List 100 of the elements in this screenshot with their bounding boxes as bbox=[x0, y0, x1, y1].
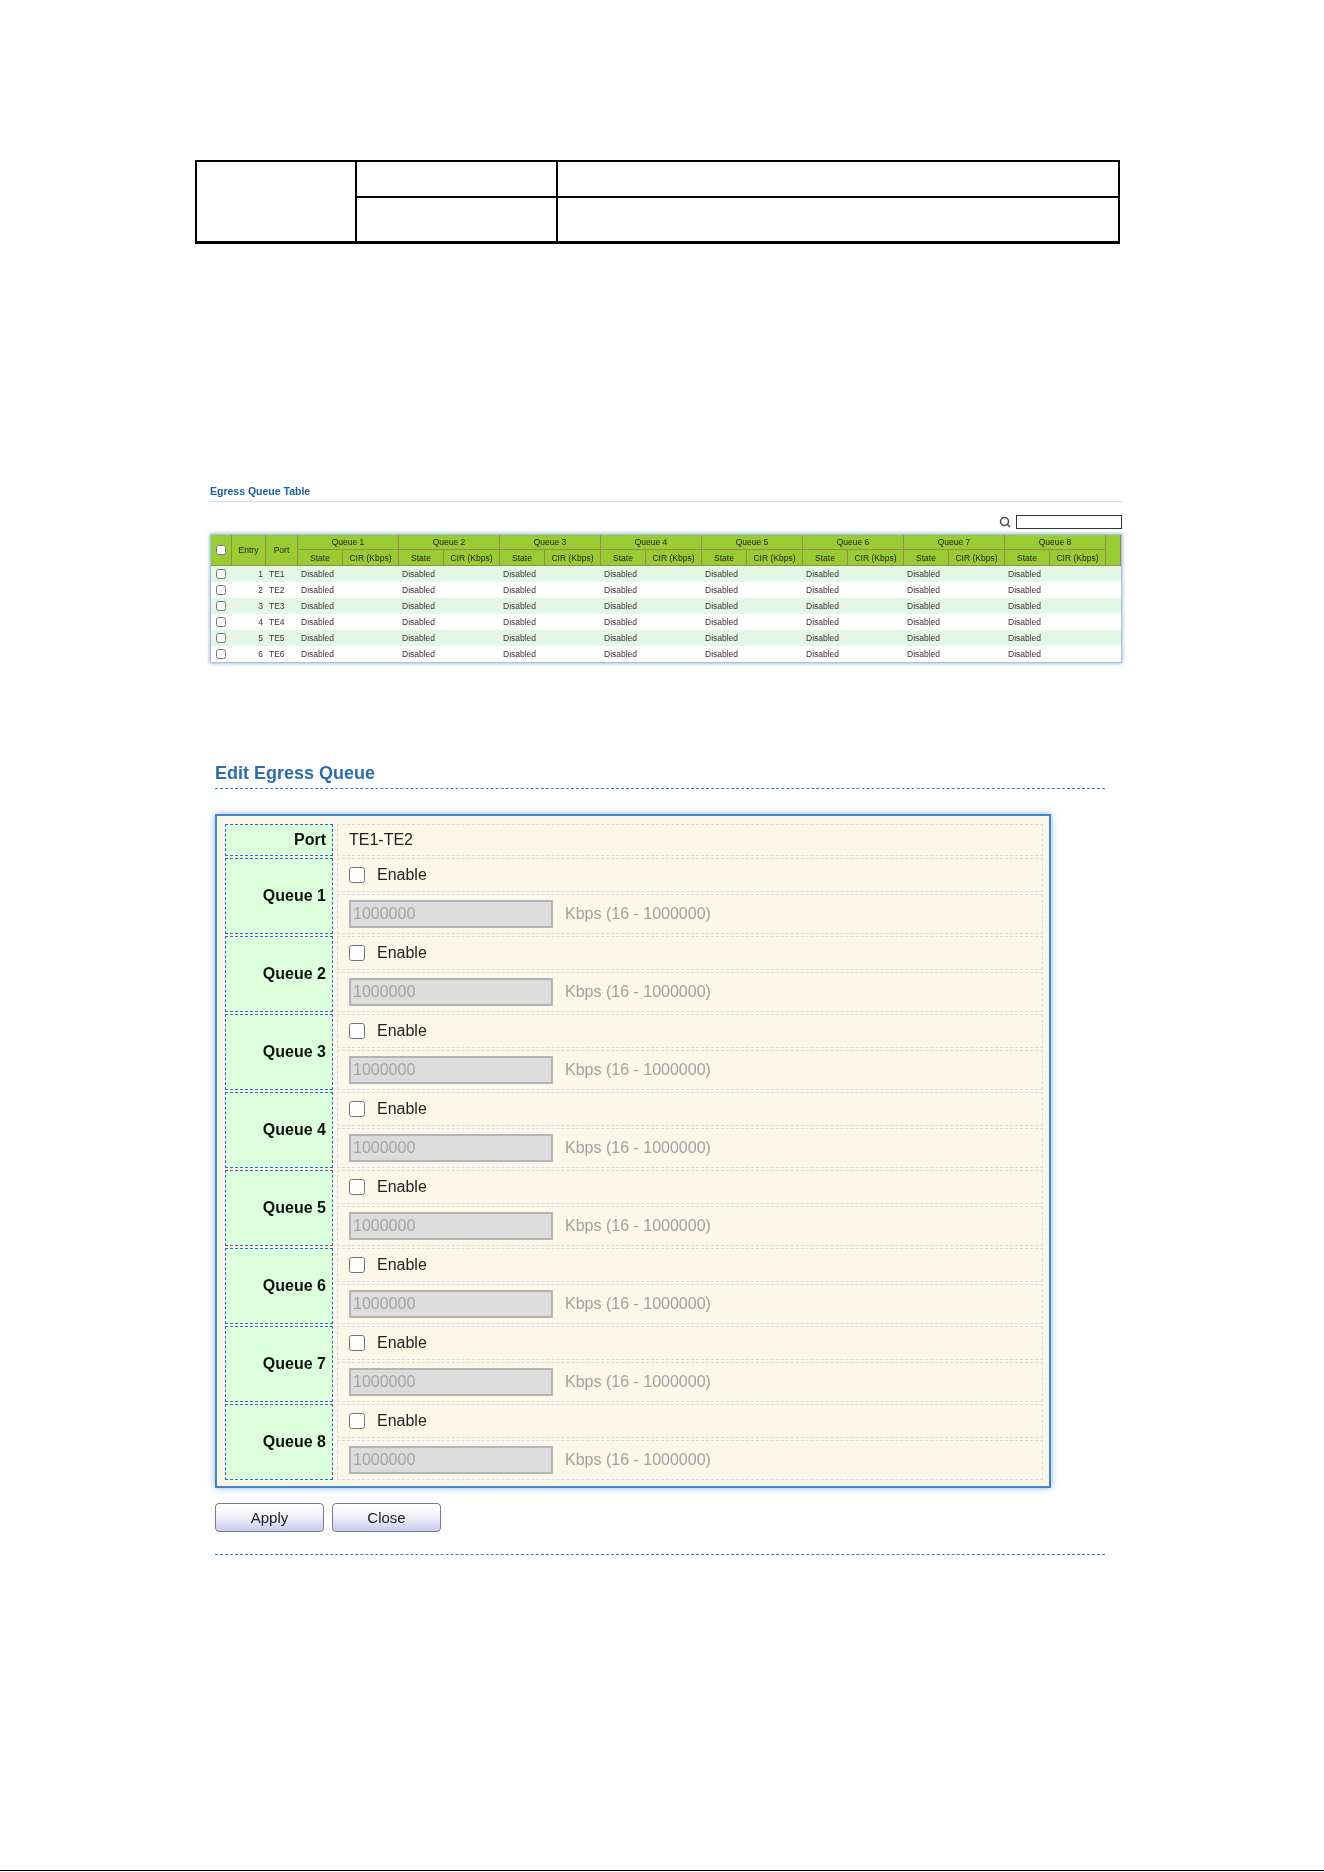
port-value: TE1-TE2 bbox=[337, 824, 1043, 856]
column-header: Queue 4 bbox=[601, 535, 702, 550]
table-cell-text: Disabled bbox=[300, 648, 336, 661]
checkbox-label: Enable bbox=[377, 1334, 427, 1352]
table-cell-text: Disabled bbox=[502, 600, 538, 613]
checkbox-label: Enable bbox=[377, 1022, 427, 1040]
table-cell-text: Disabled bbox=[704, 584, 740, 597]
table-cell-text: Disabled bbox=[906, 632, 942, 645]
table-cell-text: Disabled bbox=[704, 616, 740, 629]
table-cell-text: Disabled bbox=[906, 648, 942, 661]
range-hint: Kbps (16 - 1000000) bbox=[565, 1061, 711, 1079]
enable-checkbox[interactable] bbox=[349, 1179, 365, 1195]
search-field[interactable] bbox=[1016, 515, 1122, 529]
table-cell-text: Disabled bbox=[805, 632, 841, 645]
table-cell-text: Disabled bbox=[704, 648, 740, 661]
enable-checkbox[interactable] bbox=[349, 1023, 365, 1039]
table-cell-text: Disabled bbox=[300, 600, 336, 613]
table-cell-text: Disabled bbox=[704, 600, 740, 613]
range-hint: Kbps (16 - 1000000) bbox=[565, 1217, 711, 1235]
column-header: Queue 5 bbox=[702, 535, 803, 550]
column-header: Queue 3 bbox=[500, 535, 601, 550]
field-label: Queue 1 bbox=[225, 858, 333, 934]
table-cell-text: Disabled bbox=[704, 568, 740, 581]
range-hint: Kbps (16 - 1000000) bbox=[565, 983, 711, 1001]
column-header: Queue 8 bbox=[1005, 535, 1106, 550]
table-cell-text: 5 bbox=[257, 632, 264, 645]
field-label: Queue 2 bbox=[225, 936, 333, 1012]
field-label: Queue 4 bbox=[225, 1092, 333, 1168]
table-cell-text: 1 bbox=[257, 568, 264, 581]
range-hint: Kbps (16 - 1000000) bbox=[565, 1373, 711, 1391]
apply-button[interactable]: Apply bbox=[215, 1503, 324, 1532]
table-cell-text: Disabled bbox=[906, 584, 942, 597]
table-cell-text: 4 bbox=[257, 616, 264, 629]
range-hint: Kbps (16 - 1000000) bbox=[565, 1451, 711, 1469]
table-cell-text: Disabled bbox=[300, 632, 336, 645]
field-label: Queue 7 bbox=[225, 1326, 333, 1402]
table-cell-text: Disabled bbox=[401, 648, 437, 661]
table-cell-text: Disabled bbox=[1007, 632, 1043, 645]
table-cell-text: Disabled bbox=[1007, 568, 1043, 581]
table-cell-text: Disabled bbox=[1007, 584, 1043, 597]
row-checkbox[interactable] bbox=[216, 569, 226, 579]
checkbox-label: Enable bbox=[377, 1256, 427, 1274]
row-checkbox[interactable] bbox=[216, 649, 226, 659]
table-cell-text: 3 bbox=[257, 600, 264, 613]
table-cell-text: Disabled bbox=[805, 616, 841, 629]
enable-checkbox[interactable] bbox=[349, 1101, 365, 1117]
range-hint: Kbps (16 - 1000000) bbox=[565, 1139, 711, 1157]
checkbox-label: Enable bbox=[377, 1100, 427, 1118]
table-cell-text: TE6 bbox=[268, 648, 286, 661]
enable-checkbox[interactable] bbox=[349, 867, 365, 883]
enable-checkbox[interactable] bbox=[349, 945, 365, 961]
search-icon[interactable] bbox=[999, 516, 1011, 528]
row-checkbox[interactable] bbox=[216, 633, 226, 643]
select-all-checkbox[interactable] bbox=[216, 545, 226, 555]
table-cell-text: TE3 bbox=[268, 600, 286, 613]
range-hint: Kbps (16 - 1000000) bbox=[565, 1295, 711, 1313]
column-header: Queue 6 bbox=[803, 535, 904, 550]
enable-checkbox[interactable] bbox=[349, 1257, 365, 1273]
table-cell-text: Disabled bbox=[906, 568, 942, 581]
table-cell-text: Disabled bbox=[603, 632, 639, 645]
enable-checkbox[interactable] bbox=[349, 1335, 365, 1351]
field-label: Queue 3 bbox=[225, 1014, 333, 1090]
close-button[interactable]: Close bbox=[332, 1503, 441, 1532]
table-cell-text: 2 bbox=[257, 584, 264, 597]
row-checkbox[interactable] bbox=[216, 601, 226, 611]
field-label: Port bbox=[225, 824, 333, 856]
field-label: Queue 5 bbox=[225, 1170, 333, 1246]
table-cell-text: TE2 bbox=[268, 584, 286, 597]
table-cell-text: Disabled bbox=[704, 632, 740, 645]
table-cell-text: Disabled bbox=[300, 568, 336, 581]
table-cell-text: Disabled bbox=[805, 584, 841, 597]
table-cell-text: Disabled bbox=[603, 648, 639, 661]
checkbox-label: Enable bbox=[377, 866, 427, 884]
checkbox-label: Enable bbox=[377, 1412, 427, 1430]
table-cell-text: Disabled bbox=[603, 568, 639, 581]
enable-checkbox[interactable] bbox=[349, 1413, 365, 1429]
section-title: Edit Egress Queue bbox=[215, 762, 1105, 789]
table-cell-text: Disabled bbox=[603, 600, 639, 613]
table-cell-text: Disabled bbox=[300, 616, 336, 629]
checkbox-label: Enable bbox=[377, 944, 427, 962]
table-cell-text: Disabled bbox=[401, 568, 437, 581]
table-cell-text: 6 bbox=[257, 648, 264, 661]
table-cell-text: Disabled bbox=[1007, 616, 1043, 629]
table-cell-text: Disabled bbox=[401, 616, 437, 629]
table-cell-text: Disabled bbox=[502, 568, 538, 581]
table-cell-text: Disabled bbox=[401, 632, 437, 645]
table-cell-text: Disabled bbox=[906, 616, 942, 629]
table-cell-text: Disabled bbox=[502, 584, 538, 597]
table-cell-text: Disabled bbox=[1007, 600, 1043, 613]
table-cell-text: Disabled bbox=[603, 584, 639, 597]
table-cell-text: Disabled bbox=[401, 600, 437, 613]
row-checkbox[interactable] bbox=[216, 617, 226, 627]
row-checkbox[interactable] bbox=[216, 585, 226, 595]
range-hint: Kbps (16 - 1000000) bbox=[565, 905, 711, 923]
field-label: Queue 6 bbox=[225, 1248, 333, 1324]
table-cell-text: Disabled bbox=[805, 600, 841, 613]
field-label: Queue 8 bbox=[225, 1404, 333, 1480]
table-cell-text: Disabled bbox=[603, 616, 639, 629]
checkbox-label: Enable bbox=[377, 1178, 427, 1196]
table-cell-text: Disabled bbox=[401, 584, 437, 597]
